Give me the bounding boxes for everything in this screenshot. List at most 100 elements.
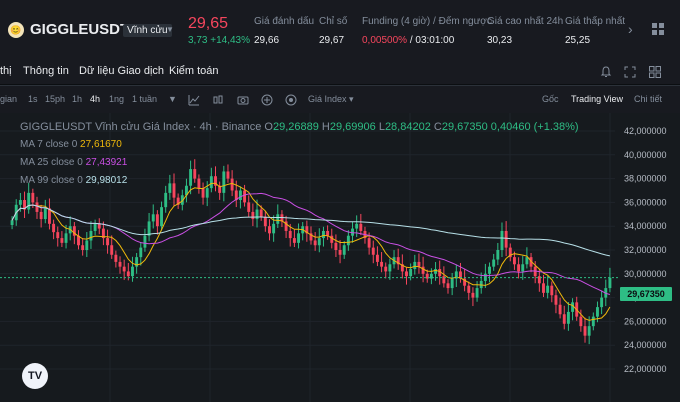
time-label: gian bbox=[0, 94, 18, 104]
candle-body bbox=[189, 169, 193, 186]
candle-body bbox=[131, 266, 134, 277]
ma99-legend: MA 99 close 0 29,98012 bbox=[20, 175, 127, 186]
candle-body bbox=[288, 230, 292, 239]
bell-icon[interactable] bbox=[600, 66, 612, 78]
last-price: 29,65 bbox=[188, 15, 229, 32]
candle-body bbox=[338, 250, 342, 255]
y-tick-label: 36,000000 bbox=[624, 197, 667, 207]
candle-body bbox=[139, 247, 143, 258]
chart-tabs: thị Thông tin Dữ liệu Giao dịch Kiểm toá… bbox=[0, 60, 680, 84]
stat-value: 0,00500% / 03:01:00 bbox=[362, 35, 492, 46]
candle-body bbox=[222, 171, 226, 193]
layout-grid-icon[interactable] bbox=[649, 66, 661, 78]
candle-body bbox=[60, 238, 64, 243]
candle-body bbox=[488, 266, 491, 274]
interval-1w[interactable]: 1 tuần bbox=[132, 94, 157, 104]
chevron-right-icon[interactable]: › bbox=[628, 21, 633, 37]
price-chart[interactable]: 42,000000 40,000000 38,000000 36,000000 34,0… bbox=[0, 113, 680, 402]
candle-body bbox=[151, 214, 155, 222]
candle-body bbox=[238, 190, 242, 201]
contract-type-badge[interactable]: Vĩnh cửu bbox=[123, 24, 172, 37]
interval-15m[interactable]: 15ph bbox=[45, 94, 65, 104]
y-tick-label: 34,000000 bbox=[624, 221, 667, 231]
candle-body bbox=[155, 214, 159, 227]
bar-style-icon[interactable] bbox=[212, 94, 224, 106]
candle-body bbox=[81, 245, 85, 250]
interval-4h[interactable]: 4h bbox=[90, 94, 100, 104]
tab-info[interactable]: Thông tin bbox=[23, 65, 69, 77]
stat-label: Giá cao nhất 24h bbox=[487, 16, 564, 27]
candle-body bbox=[118, 261, 122, 267]
candle-body bbox=[205, 188, 209, 198]
candle-body bbox=[421, 266, 425, 274]
candle-body bbox=[172, 183, 176, 198]
candle-body bbox=[35, 202, 39, 212]
candle-body bbox=[168, 183, 172, 193]
ohlc-low: 28,84202 bbox=[384, 121, 431, 133]
candle-body bbox=[554, 295, 558, 305]
y-tick-label: 26,000000 bbox=[624, 316, 667, 326]
candle-body bbox=[226, 171, 230, 179]
candle-body bbox=[517, 264, 521, 272]
camera-icon[interactable] bbox=[237, 94, 249, 106]
target-icon[interactable] bbox=[285, 94, 297, 106]
chart-toolbar: gian 1s 15ph 1h 4h 1ng 1 tuần ▼ Giá Inde… bbox=[0, 85, 680, 113]
candle-body bbox=[201, 188, 205, 198]
symbol-title[interactable]: GIGGLEUSDT bbox=[30, 21, 129, 38]
candle-body bbox=[496, 250, 500, 260]
tab-audit[interactable]: Kiểm toán bbox=[169, 65, 219, 77]
grid-icon[interactable] bbox=[652, 23, 664, 35]
candle-body bbox=[272, 223, 276, 234]
candle-body bbox=[500, 230, 504, 250]
candle-body bbox=[384, 266, 388, 272]
tab-trading-data[interactable]: Dữ liệu Giao dịch bbox=[79, 65, 164, 77]
interval-1d[interactable]: 1ng bbox=[109, 94, 124, 104]
candle-body bbox=[193, 169, 197, 179]
candle-body bbox=[413, 261, 417, 270]
candle-body bbox=[375, 254, 379, 262]
coin-logo-icon: 😊 bbox=[8, 22, 24, 38]
candle-body bbox=[512, 257, 516, 265]
candle-body bbox=[259, 209, 263, 217]
ma99-label: MA 99 close 0 bbox=[20, 175, 83, 186]
y-tick-label: 22,000000 bbox=[624, 364, 667, 374]
price-source-dropdown[interactable]: Giá Index ▾ bbox=[308, 94, 354, 105]
candle-body bbox=[471, 292, 475, 298]
stat-label: Giá thấp nhất bbox=[565, 16, 626, 27]
candle-body bbox=[600, 297, 604, 308]
plus-circle-icon[interactable] bbox=[261, 94, 273, 106]
interval-1s[interactable]: 1s bbox=[28, 94, 38, 104]
candle-body bbox=[388, 264, 392, 272]
ma25-legend: MA 25 close 0 27,43921 bbox=[20, 157, 127, 168]
candle-body bbox=[243, 190, 247, 203]
view-original[interactable]: Gốc bbox=[542, 94, 559, 104]
candle-body bbox=[85, 240, 89, 250]
tab-chart[interactable]: thị bbox=[0, 65, 12, 77]
candle-body bbox=[409, 269, 413, 277]
ma7-line bbox=[11, 182, 611, 321]
candle-body bbox=[492, 259, 496, 267]
candle-body bbox=[114, 254, 118, 262]
chevron-down-icon[interactable]: ▼ bbox=[166, 25, 174, 34]
candle-body bbox=[434, 269, 438, 274]
candle-body bbox=[110, 245, 114, 255]
candle-body bbox=[263, 216, 267, 227]
y-tick-label: 32,000000 bbox=[624, 245, 667, 255]
ma99-value: 29,98012 bbox=[85, 175, 128, 186]
candle-body bbox=[251, 211, 255, 220]
candle-body bbox=[596, 307, 599, 317]
view-tradingview[interactable]: Trading View bbox=[571, 94, 623, 104]
view-depth[interactable]: Chi tiết bbox=[634, 94, 662, 104]
chevron-down-icon[interactable]: ▼ bbox=[168, 94, 177, 104]
interval-1h[interactable]: 1h bbox=[72, 94, 82, 104]
expand-icon[interactable] bbox=[624, 66, 636, 78]
ticker-header: 😊 GIGGLEUSDT Vĩnh cửu ▼ 29,65 3,73 +14,4… bbox=[0, 0, 680, 60]
candle-body bbox=[93, 223, 97, 231]
ma25-value: 27,43921 bbox=[85, 157, 128, 168]
candle-body bbox=[467, 285, 471, 293]
y-tick-label: 42,000000 bbox=[624, 126, 667, 136]
indicator-icon[interactable] bbox=[188, 94, 200, 106]
candle-body bbox=[342, 245, 346, 255]
y-tick-label: 40,000000 bbox=[624, 150, 667, 160]
stat-label[interactable]: Funding (4 giờ) / Đếm ngược bbox=[362, 16, 492, 27]
